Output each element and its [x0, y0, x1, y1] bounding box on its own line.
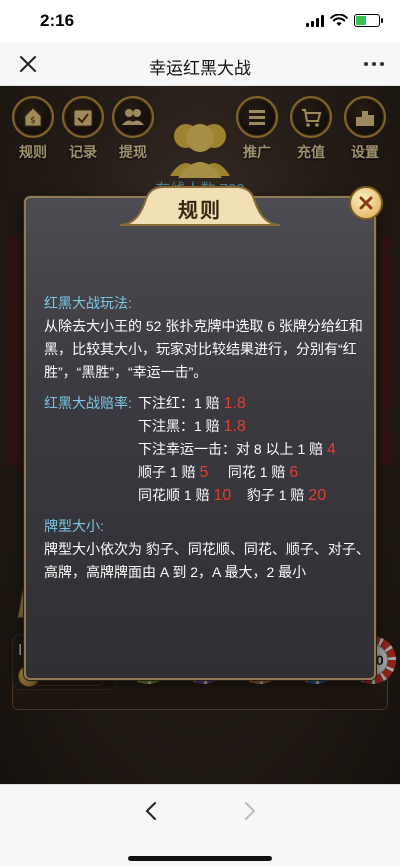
section-body: 牌型大小依次为 豹子、同花顺、同花、顺子、对子、高牌，高牌牌面由 A 到 2，A…	[44, 541, 370, 580]
odds-value: 1.8	[223, 418, 246, 435]
home-indicator[interactable]	[128, 856, 272, 861]
rules-content: 红黑大战玩法: 从除去大小王的 52 张扑克牌中选取 6 张牌分给红和黑，比较其…	[44, 292, 370, 584]
status-icons	[306, 14, 383, 27]
title-bar: 幸运红黑大战	[0, 42, 400, 86]
more-icon[interactable]	[364, 62, 384, 66]
wifi-icon	[330, 14, 348, 26]
odds-label: 顺子 1 赔	[138, 464, 196, 480]
status-bar: 2:16	[0, 0, 400, 42]
odds-label: 下注幸运一击：对 8 以上 1 赔	[138, 441, 324, 457]
battery-icon	[354, 14, 383, 27]
odds-value: 10	[213, 487, 232, 504]
odds-label: 同花顺 1 赔	[138, 487, 210, 503]
odds-value: 5	[199, 464, 209, 481]
odds-label: 下注红：1 赔	[138, 395, 220, 411]
signal-icon	[306, 14, 324, 27]
browser-toolbar	[0, 784, 400, 866]
chevron-left-icon[interactable]	[140, 799, 164, 823]
section-title: 牌型大小:	[44, 518, 104, 534]
odds-row: 红黑大战赔率: 下注红：1 赔 1.8	[44, 392, 370, 415]
odds-label: 豹子 1 赔	[246, 487, 305, 503]
odds-row: 同花顺 1 赔 10 豹子 1 赔 20	[138, 484, 370, 507]
status-time: 2:16	[40, 11, 75, 30]
odds-row: 下注幸运一击：对 8 以上 1 赔 4	[138, 438, 370, 461]
odds-value: 4	[327, 441, 336, 458]
odds-row: 下注黑：1 赔 1.8	[138, 415, 370, 438]
chevron-right-icon[interactable]	[237, 799, 261, 823]
odds-value: 20	[308, 487, 327, 504]
close-icon	[359, 196, 373, 210]
page-title: 幸运红黑大战	[149, 59, 251, 78]
odds-label: 同花 1 赔	[227, 464, 286, 480]
odds-value: 1.8	[223, 395, 246, 412]
odds-value: 6	[289, 464, 299, 481]
modal-title: 规则	[178, 200, 222, 222]
modal-close-button[interactable]	[349, 186, 383, 220]
section-body: 从除去大小王的 52 张扑克牌中选取 6 张牌分给红和黑，比较其大小，玩家对比较…	[44, 318, 363, 380]
odds-row: 顺子 1 赔 5 同花 1 赔 6	[138, 461, 370, 484]
odds-label: 下注黑：1 赔	[138, 418, 220, 434]
section-title: 红黑大战玩法:	[44, 295, 132, 311]
section-title: 红黑大战赔率:	[44, 395, 132, 411]
